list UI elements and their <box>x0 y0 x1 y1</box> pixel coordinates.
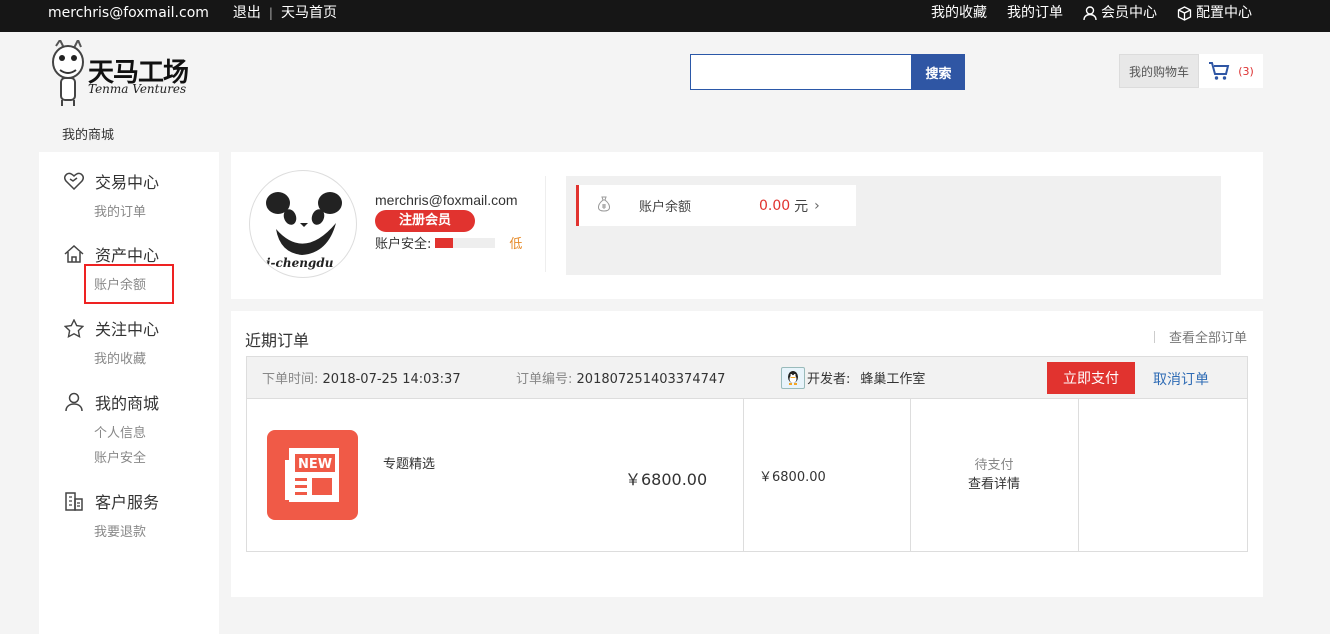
user-email: merchris@foxmail.com <box>48 5 209 21</box>
cube-icon <box>1177 5 1192 21</box>
developer-info: 开发者: 蜂巢工作室 <box>781 366 926 389</box>
status-cell: 待支付 查看详情 <box>911 398 1079 551</box>
order-time-value: 2018-07-25 14:03:37 <box>322 372 461 387</box>
house-icon <box>63 243 85 265</box>
security-level: 低 <box>509 237 523 252</box>
sidebar-item-favorites[interactable]: 我的收藏 <box>94 347 213 372</box>
search-bar: 搜索 <box>690 54 965 90</box>
member-center-link[interactable]: 会员中心 <box>1083 4 1157 22</box>
newspaper-icon: NEW <box>285 448 339 502</box>
profile-info: merchris@foxmail.com 注册会员 账户安全: 低 <box>375 192 522 252</box>
sidebar-item-my-orders[interactable]: 我的订单 <box>94 200 213 225</box>
sidebar-item-refund[interactable]: 我要退款 <box>94 520 213 545</box>
my-orders-link[interactable]: 我的订单 <box>1007 4 1063 22</box>
user-icon <box>1083 5 1097 20</box>
favorites-link[interactable]: 我的收藏 <box>931 4 987 22</box>
horse-mascot-icon <box>52 40 84 106</box>
developer-name: 蜂巢工作室 <box>860 372 926 387</box>
member-center-label: 会员中心 <box>1101 5 1157 21</box>
breadcrumb[interactable]: 我的商城 <box>62 124 114 143</box>
sidebar-title: 资产中心 <box>95 246 160 265</box>
product-cell: NEW 专题精选 ￥6800.00 <box>247 398 744 551</box>
orders-title: 近期订单 <box>245 331 310 350</box>
security-row: 账户安全: 低 <box>375 233 522 252</box>
security-label: 账户安全: <box>375 237 432 252</box>
order-time-label: 下单时间: <box>262 372 319 387</box>
panda-logo-icon: i-chengdu <box>266 192 342 270</box>
sidebar: 交易中心 我的订单 资产中心 账户余额 关注中心 我的收藏 我的商城 个人信息 … <box>39 152 219 634</box>
user-icon <box>63 391 85 413</box>
avatar-text: i-chengdu <box>266 256 334 270</box>
search-input[interactable] <box>690 54 912 90</box>
order-item-row: NEW 专题精选 ￥6800.00 ￥6800.00 待支付 查看详情 <box>246 398 1248 552</box>
chevron-right-icon: › <box>814 197 820 214</box>
view-all-orders-link[interactable]: 查看全部订单 <box>1153 327 1247 346</box>
balance-area: 账户余额 0.00 元 › <box>566 176 1221 275</box>
action-cell <box>1079 398 1248 551</box>
balance-unit: 元 <box>794 198 809 215</box>
home-link[interactable]: 天马首页 <box>281 4 337 22</box>
config-center-link[interactable]: 配置中心 <box>1177 4 1252 22</box>
balance-card[interactable]: 账户余额 0.00 元 › <box>576 185 856 226</box>
sidebar-title: 我的商城 <box>95 394 160 413</box>
divider <box>1153 330 1155 343</box>
order-number-value: 20180725140337474​7 <box>576 372 726 387</box>
search-button[interactable]: 搜索 <box>912 54 965 90</box>
developer-label: 开发者: <box>807 372 851 387</box>
logout-link[interactable]: 退出 <box>233 4 261 22</box>
sidebar-title: 交易中心 <box>95 173 160 192</box>
building-icon <box>63 490 85 512</box>
sidebar-title: 关注中心 <box>95 320 160 339</box>
pay-now-button[interactable]: 立即支付 <box>1047 362 1135 394</box>
security-bar <box>435 237 496 248</box>
qq-penguin-icon[interactable] <box>781 366 805 389</box>
balance-value: 0.00 <box>759 197 791 214</box>
site-logo[interactable]: 天马工场 Tenma Ventures <box>48 40 189 108</box>
product-price: ￥6800.00 <box>625 470 708 489</box>
sidebar-title: 客户服务 <box>95 493 160 512</box>
order-header: 下单时间: 2018-07-25 14:03:37 订单编号: 20180725… <box>246 356 1248 399</box>
handshake-icon <box>63 170 85 192</box>
star-icon <box>63 317 85 339</box>
recent-orders-panel: 近期订单 查看全部订单 下单时间: 2018-07-25 14:03:37 订单… <box>231 311 1263 597</box>
logo-subtitle: Tenma Ventures <box>88 82 187 96</box>
order-status: 待支付 <box>974 458 1014 473</box>
selection-highlight-box <box>84 264 174 304</box>
total-cell: ￥6800.00 <box>744 398 911 551</box>
profile-email: merchris@foxmail.com <box>375 192 518 208</box>
order-total: ￥6800.00 <box>759 470 826 485</box>
view-all-label: 查看全部订单 <box>1168 331 1247 346</box>
sidebar-section-service: 客户服务 我要退款 <box>63 490 213 545</box>
cart-count: (3) <box>1238 64 1254 78</box>
order-time: 下单时间: 2018-07-25 14:03:37 <box>262 368 461 387</box>
profile-panel: i-chengdu merchris@foxmail.com 注册会员 账户安全… <box>231 152 1263 299</box>
shopping-cart-icon <box>1209 62 1230 80</box>
divider: | <box>268 6 273 20</box>
order-number-label: 订单编号: <box>516 372 573 387</box>
divider <box>545 176 546 272</box>
money-bag-icon <box>597 196 615 216</box>
cancel-order-link[interactable]: 取消订单 <box>1153 369 1209 389</box>
favorites-label: 我的收藏 <box>931 5 987 21</box>
member-badge: 注册会员 <box>375 210 475 232</box>
avatar[interactable]: i-chengdu <box>249 170 357 278</box>
cart-button[interactable]: (3) <box>1199 54 1263 88</box>
cart-label[interactable]: 我的购物车 <box>1119 54 1199 88</box>
config-center-label: 配置中心 <box>1196 5 1252 21</box>
my-orders-label: 我的订单 <box>1007 5 1063 21</box>
product-badge-text: NEW <box>298 457 332 472</box>
product-image[interactable]: NEW <box>267 430 358 520</box>
sidebar-section-follow: 关注中心 我的收藏 <box>63 317 213 372</box>
cart-widget[interactable]: 我的购物车 (3) <box>1119 54 1263 88</box>
order-number: 订单编号: 20180725140337474​7 <box>516 368 725 387</box>
balance-label: 账户余额 <box>639 200 692 215</box>
product-name[interactable]: 专题精选 <box>383 453 435 472</box>
sidebar-item-account-security[interactable]: 账户安全 <box>94 446 213 471</box>
security-bar-fill <box>435 237 454 248</box>
sidebar-section-mall: 我的商城 个人信息 账户安全 <box>63 391 213 471</box>
sidebar-item-personal-info[interactable]: 个人信息 <box>94 421 213 446</box>
top-bar: merchris@foxmail.com 退出 | 天马首页 我的收藏 我的订单… <box>0 0 1330 32</box>
view-details-link[interactable]: 查看详情 <box>911 475 1077 494</box>
sidebar-section-trade: 交易中心 我的订单 <box>63 170 213 225</box>
